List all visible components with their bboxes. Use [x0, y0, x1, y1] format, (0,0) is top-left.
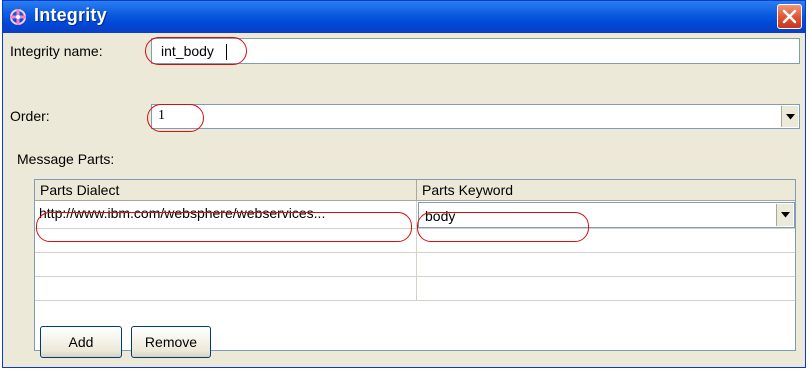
integrity-name-label: Integrity name: — [10, 43, 103, 59]
integrity-name-input[interactable]: int_body — [151, 38, 800, 64]
text-cursor — [226, 44, 227, 60]
parts-keyword-combobox[interactable]: body — [418, 202, 795, 228]
table-row[interactable] — [35, 277, 795, 301]
order-label: Order: — [10, 108, 50, 124]
window-title: Integrity — [34, 5, 107, 25]
parts-dialect-cell[interactable]: http://www.ibm.com/websphere/webservices… — [39, 205, 413, 221]
integrity-cross-icon — [10, 9, 26, 25]
message-parts-label: Message Parts: — [17, 151, 115, 167]
parts-keyword-dropdown-button[interactable] — [776, 204, 793, 226]
close-icon — [782, 9, 797, 24]
integrity-dialog: Integrity Integrity name: int_body Order… — [2, 0, 806, 368]
table-row[interactable] — [35, 253, 795, 277]
column-header-parts-keyword[interactable]: Parts Keyword — [417, 180, 795, 201]
close-button[interactable] — [777, 4, 802, 29]
chevron-down-icon — [780, 212, 790, 218]
order-dropdown-button[interactable] — [781, 106, 798, 127]
column-divider — [416, 201, 417, 301]
column-header-parts-dialect[interactable]: Parts Dialect — [35, 180, 417, 201]
table-row[interactable]: http://www.ibm.com/websphere/webservices… — [35, 201, 795, 229]
order-combobox[interactable]: 1 — [151, 104, 800, 129]
parts-keyword-value: body — [425, 208, 456, 224]
chevron-down-icon — [785, 113, 795, 119]
order-value: 1 — [158, 108, 165, 123]
table-row[interactable] — [35, 229, 795, 253]
integrity-name-value: int_body — [161, 43, 214, 59]
add-button[interactable]: Add — [40, 326, 122, 358]
title-bar[interactable]: Integrity — [3, 1, 805, 33]
remove-button[interactable]: Remove — [131, 326, 211, 358]
